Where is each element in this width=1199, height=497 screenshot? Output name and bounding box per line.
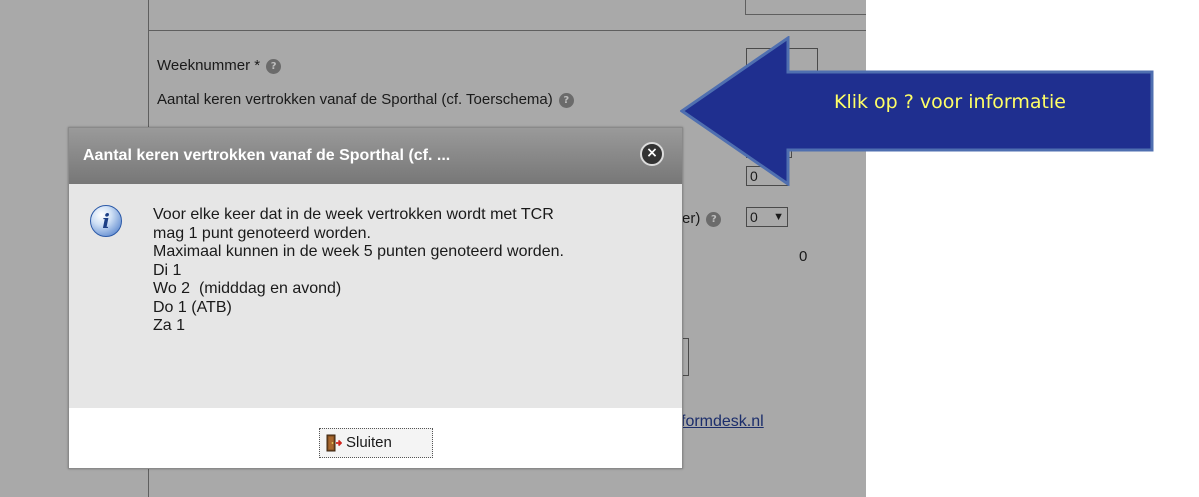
departures-label: Aantal keren vertrokken vanaf de Sportha… (157, 91, 574, 108)
help-icon[interactable]: ? (558, 92, 574, 108)
partial-label-text: er) (682, 210, 701, 227)
dialog-message: Voor elke keer dat in de week vertrokken… (153, 206, 564, 336)
dialog-message-line: Maximaal kunnen in de week 5 punten geno… (153, 243, 564, 260)
dialog-title: Aantal keren vertrokken vanaf de Sportha… (83, 147, 451, 164)
dialog-header: Aantal keren vertrokken vanaf de Sportha… (69, 128, 682, 184)
chevron-down-icon: ▼ (773, 211, 784, 223)
partial-label: er)? (682, 210, 722, 227)
help-icon[interactable]: ? (706, 211, 722, 227)
departures-label-text: Aantal keren vertrokken vanaf de Sportha… (157, 91, 553, 108)
dialog-footer: Sluiten (69, 408, 682, 468)
dialog-message-line: Voor elke keer dat in de week vertrokken… (153, 206, 554, 223)
dialog-message-line: Za 1 (153, 317, 186, 334)
info-icon: i (90, 205, 122, 237)
dialog-message-line: Wo 2 (midddag en avond) (153, 280, 342, 297)
dialog-message-line: Do 1 (ATB) (153, 298, 232, 316)
exit-door-icon (326, 434, 342, 452)
points-select-2[interactable]: 0 ▼ (746, 207, 788, 227)
close-icon[interactable]: × (640, 142, 664, 166)
top-input-box[interactable] (745, 0, 866, 15)
dialog-message-line: mag 1 punt genoteerd worden. (153, 224, 371, 242)
help-icon[interactable]: ? (266, 58, 282, 74)
annotation-text: Klik op ? voor informatie (834, 91, 1066, 113)
sluiten-button-label: Sluiten (346, 434, 392, 451)
week-number-label: Weeknummer *? (157, 57, 282, 74)
total-value: 0 (799, 248, 808, 265)
points-select-2-value: 0 (750, 209, 758, 225)
formdesk-link[interactable]: formdesk.nl (681, 413, 764, 431)
dialog-message-line: Di 1 (153, 261, 182, 279)
week-number-label-text: Weeknummer * (157, 57, 261, 74)
section-divider (149, 30, 866, 31)
info-dialog: Aantal keren vertrokken vanaf de Sportha… (68, 127, 683, 469)
sluiten-button[interactable]: Sluiten (319, 428, 433, 458)
